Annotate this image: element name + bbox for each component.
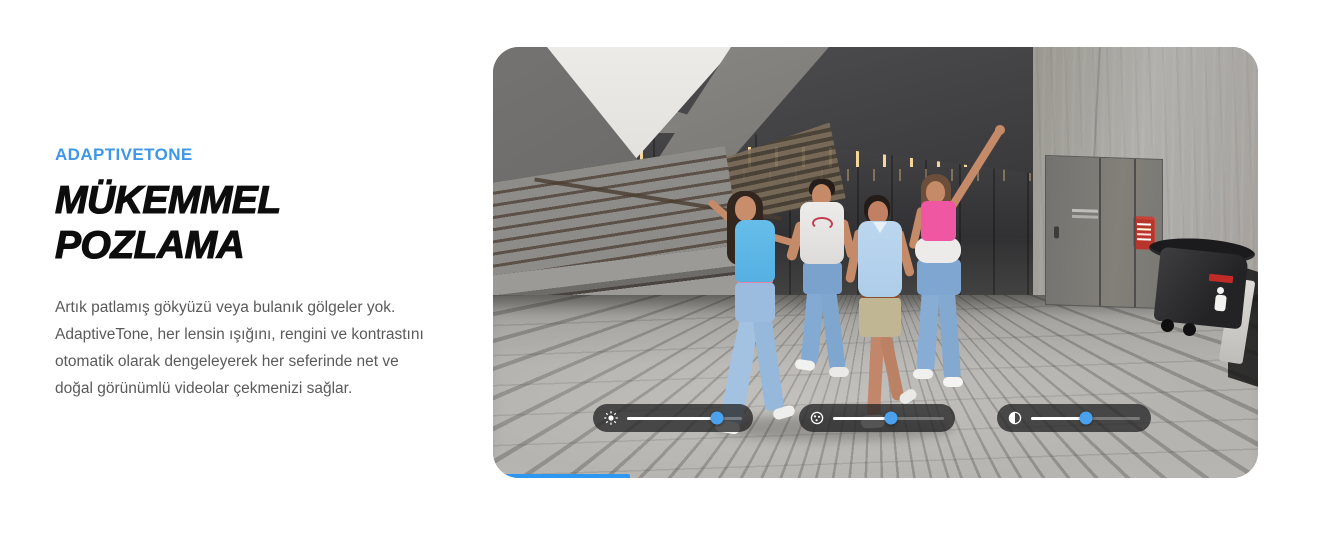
color-icon [810,411,824,425]
hero-photo-card [493,47,1258,478]
slider-thumb[interactable] [1079,412,1092,425]
person-tank-jeans [735,282,775,322]
slider-brightness[interactable] [593,404,753,432]
feature-description: Artık patlamış gökyüzü veya bulanık gölg… [55,294,427,402]
person-pink-leg [938,291,961,380]
carousel-progress-bar [500,474,630,478]
feature-title-line-2: POZLAMA [55,223,450,268]
slider-thumb[interactable] [884,412,897,425]
photo-metal-doors [1045,155,1163,309]
feature-title-line-1: MÜKEMMEL [55,178,450,223]
person-tank-head [735,196,756,221]
person-shirt-shorts [859,297,901,337]
person-pink-head [926,181,945,203]
trash-bin-wheels [1161,319,1174,332]
person-pink-jeans [917,259,961,295]
person-pink-leg [916,290,940,371]
person-man-jeans [803,262,842,294]
person-man-leg [820,289,846,370]
feature-copy: ADAPTIVETONE MÜKEMMEL POZLAMA Artık patl… [55,145,450,402]
brightness-icon [604,411,618,425]
person-man-tshirt [800,202,844,264]
person-pink-top [921,201,956,241]
slider-fill [833,417,891,420]
slider-track[interactable] [627,417,742,420]
person-shirt-leg [879,334,904,401]
slider-fill [1031,417,1086,420]
person-pink-shoe [943,377,963,387]
slider-track[interactable] [833,417,944,420]
person-man-shoe [829,367,849,377]
person-tank-top [735,220,775,282]
slider-fill [627,417,717,420]
slider-track[interactable] [1031,417,1140,420]
slider-thumb[interactable] [710,412,723,425]
person-man-shoe [794,359,815,372]
slider-contrast[interactable] [997,404,1151,432]
page: ADAPTIVETONE MÜKEMMEL POZLAMA Artık patl… [0,0,1320,538]
person-tank-leg [753,316,785,412]
trash-bin-figure-icon [1217,287,1224,294]
feature-title: MÜKEMMEL POZLAMA [55,178,450,268]
contrast-icon [1008,411,1022,425]
door-label-text [1072,209,1098,213]
person-pink-hand [995,125,1005,135]
feature-eyebrow: ADAPTIVETONE [55,145,450,165]
door-handle [1054,226,1059,238]
trash-bin-figure-icon-body [1214,294,1227,311]
person-pink-shoe [913,369,933,379]
photo-trash-bin [1153,247,1248,330]
slider-color[interactable] [799,404,955,432]
